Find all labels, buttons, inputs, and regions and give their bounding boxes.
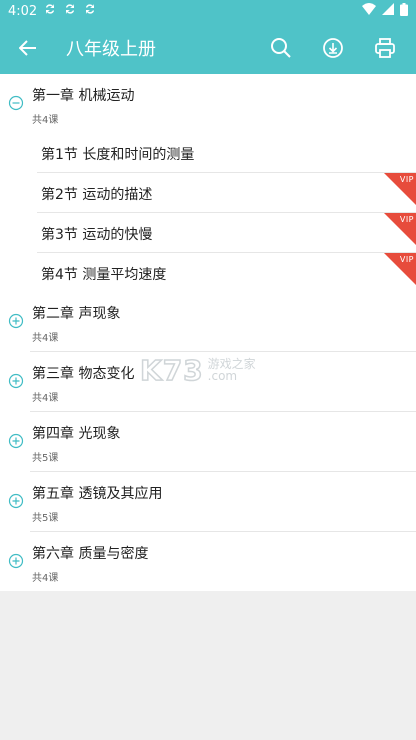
signal-icon: [382, 3, 394, 19]
wifi-icon: [362, 3, 376, 19]
lesson-item[interactable]: 第2节 运动的描述 VIP: [0, 173, 416, 212]
download-icon: [323, 38, 343, 58]
vip-label: VIP: [399, 255, 414, 264]
vip-badge: VIP: [384, 213, 416, 245]
chapter-name: 第五章 透镜及其应用: [32, 486, 163, 502]
expand-icon[interactable]: [8, 373, 24, 389]
watermark-domain: .com: [207, 369, 238, 383]
chapter-item[interactable]: 第一章 机械运动 共4课: [0, 74, 416, 133]
lesson-count: 共4课: [32, 393, 59, 404]
search-button[interactable]: [264, 31, 298, 65]
chapter-name: 第一章 机械运动: [32, 88, 135, 104]
vip-label: VIP: [399, 215, 414, 224]
lesson-count: 共4课: [32, 573, 59, 584]
watermark-logo: K73 游戏之家 .com: [139, 350, 280, 390]
vip-badge: VIP: [384, 173, 416, 205]
expand-icon[interactable]: [8, 553, 24, 569]
chapter-list: 第一章 机械运动 共4课 第1节 长度和时间的测量 第2节 运动的描述 VIP …: [0, 74, 416, 591]
vip-label: VIP: [399, 175, 414, 184]
lesson-count: 共5课: [32, 453, 59, 464]
status-bar: 4:02: [0, 0, 416, 22]
download-button[interactable]: [316, 31, 350, 65]
lesson-name: 第2节 运动的描述: [41, 187, 153, 203]
lesson-name: 第1节 长度和时间的测量: [41, 147, 195, 163]
lesson-count: 共4课: [32, 115, 59, 126]
status-time: 4:02: [8, 3, 38, 19]
chapter-item[interactable]: 第四章 光现象 共5课: [0, 412, 416, 471]
arrow-left-icon: [19, 40, 36, 56]
watermark-brand: K73: [139, 353, 204, 388]
vip-badge: VIP: [384, 253, 416, 285]
sync-icon: [83, 2, 97, 20]
collapse-icon[interactable]: [8, 95, 24, 111]
lesson-item[interactable]: 第4节 测量平均速度 VIP: [0, 253, 416, 292]
chapter-name: 第六章 质量与密度: [32, 546, 149, 562]
chapter-name: 第二章 声现象: [32, 306, 121, 322]
chapter-item[interactable]: 第二章 声现象 共4课: [0, 292, 416, 351]
expand-icon[interactable]: [8, 433, 24, 449]
lesson-item[interactable]: 第3节 运动的快慢 VIP: [0, 213, 416, 252]
print-button[interactable]: [368, 31, 402, 65]
chapter-item[interactable]: 第五章 透镜及其应用 共5课: [0, 472, 416, 531]
lesson-name: 第4节 测量平均速度: [41, 267, 167, 283]
page-title: 八年级上册: [66, 39, 156, 60]
lesson-count: 共4课: [32, 333, 59, 344]
lesson-name: 第3节 运动的快慢: [41, 227, 153, 243]
chapter-name: 第三章 物态变化: [32, 366, 135, 382]
expand-icon[interactable]: [8, 313, 24, 329]
search-icon: [271, 38, 291, 58]
expand-icon[interactable]: [8, 493, 24, 509]
app-bar: 八年级上册: [0, 22, 416, 74]
back-button[interactable]: [10, 30, 46, 66]
lesson-count: 共5课: [32, 513, 59, 524]
battery-icon: [400, 2, 408, 20]
sync-icon: [63, 2, 77, 20]
sync-icon: [43, 2, 57, 20]
lesson-item[interactable]: 第1节 长度和时间的测量: [0, 133, 416, 172]
printer-icon: [375, 38, 395, 58]
chapter-item[interactable]: 第六章 质量与密度 共4课: [0, 532, 416, 591]
chapter-name: 第四章 光现象: [32, 426, 121, 442]
